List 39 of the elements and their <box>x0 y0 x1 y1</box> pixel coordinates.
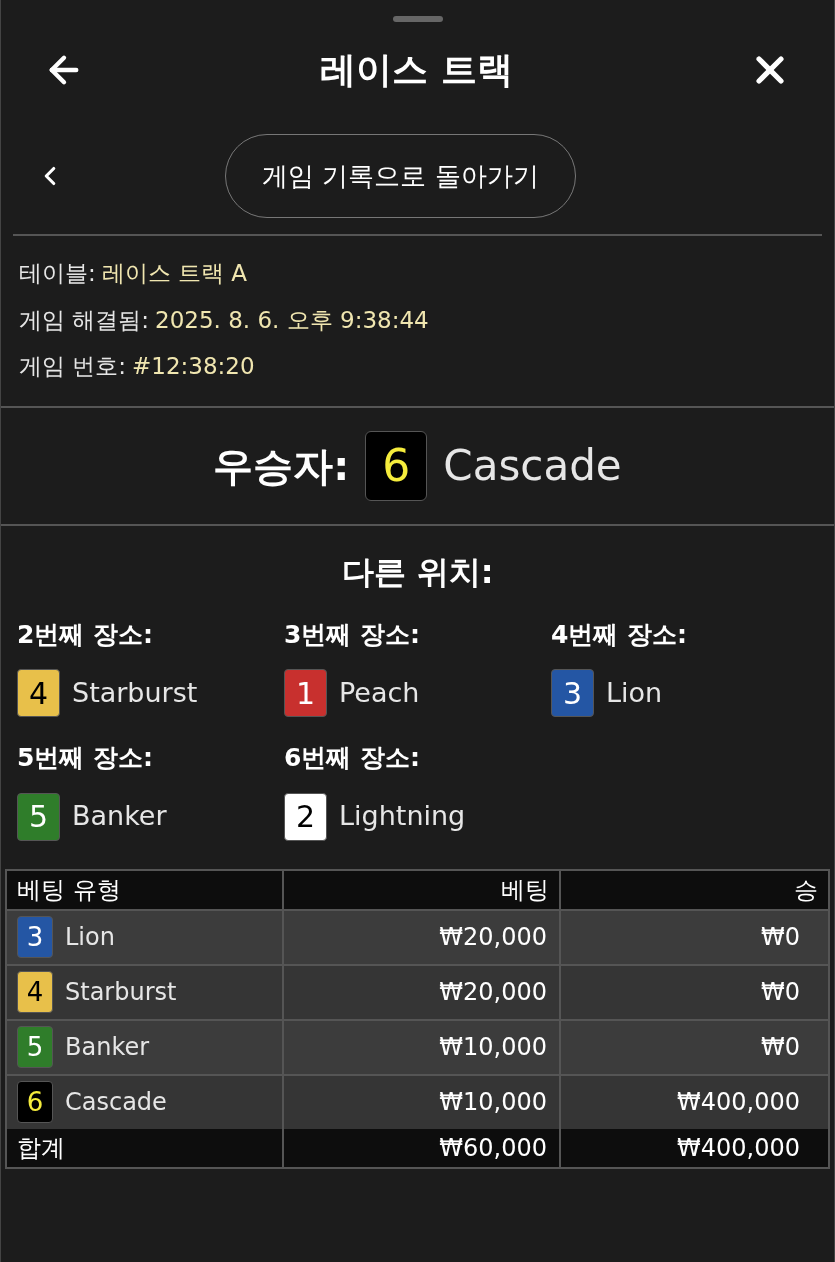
info-value: 2025. 8. 6. 오후 9:38:44 <box>155 305 429 335</box>
place-label: 2번째 장소: <box>17 618 155 651</box>
winner-label: 우승자: <box>213 441 350 491</box>
info-value: #12:38:20 <box>132 352 255 381</box>
table-cell-text: Lion <box>65 922 115 953</box>
number-badge: 4 <box>17 971 53 1013</box>
table-cell-text: Banker <box>65 1032 150 1063</box>
place-label: 3번째 장소: <box>284 618 422 651</box>
horse-name: Peach <box>339 675 420 710</box>
number-badge: 4 <box>17 669 60 717</box>
number-badge: 1 <box>284 669 327 717</box>
table-cell-text: 합계 <box>16 1132 66 1164</box>
table-cell-text: Starburst <box>65 977 177 1008</box>
number-badge: 2 <box>284 792 327 841</box>
window-title: 레이스 트랙 <box>320 48 513 92</box>
column-header: 베팅 유형 <box>16 874 122 906</box>
drag-handle[interactable] <box>392 16 443 22</box>
info-label: 게임 번호: <box>19 352 127 381</box>
horse-name: Starburst <box>72 675 198 710</box>
place-label: 6번째 장소: <box>284 742 422 774</box>
info-value: 레이스 트랙 A <box>101 259 248 288</box>
winner-name: Cascade <box>443 440 622 492</box>
place-label: 4번째 장소: <box>551 618 689 651</box>
info-label: 게임 해결됨: <box>19 305 150 335</box>
number-badge: 5 <box>17 792 60 841</box>
table-cell: ₩400,000 <box>559 1128 828 1167</box>
horse-name: Lightning <box>339 799 466 834</box>
place-label: 5번째 장소: <box>17 742 155 774</box>
number-badge: 6 <box>365 430 428 501</box>
table-cell: ₩60,000 <box>282 1128 559 1167</box>
number-badge: 6 <box>17 1081 53 1123</box>
table-cell-text: Cascade <box>65 1087 167 1118</box>
number-badge: 3 <box>17 916 53 958</box>
horse-name: Banker <box>72 799 167 834</box>
info-label: 테이블: <box>19 259 96 288</box>
section-title: 다른 위치: <box>340 551 495 593</box>
number-badge: 3 <box>551 669 594 717</box>
horse-name: Lion <box>606 675 663 710</box>
number-badge: 5 <box>17 1026 53 1068</box>
